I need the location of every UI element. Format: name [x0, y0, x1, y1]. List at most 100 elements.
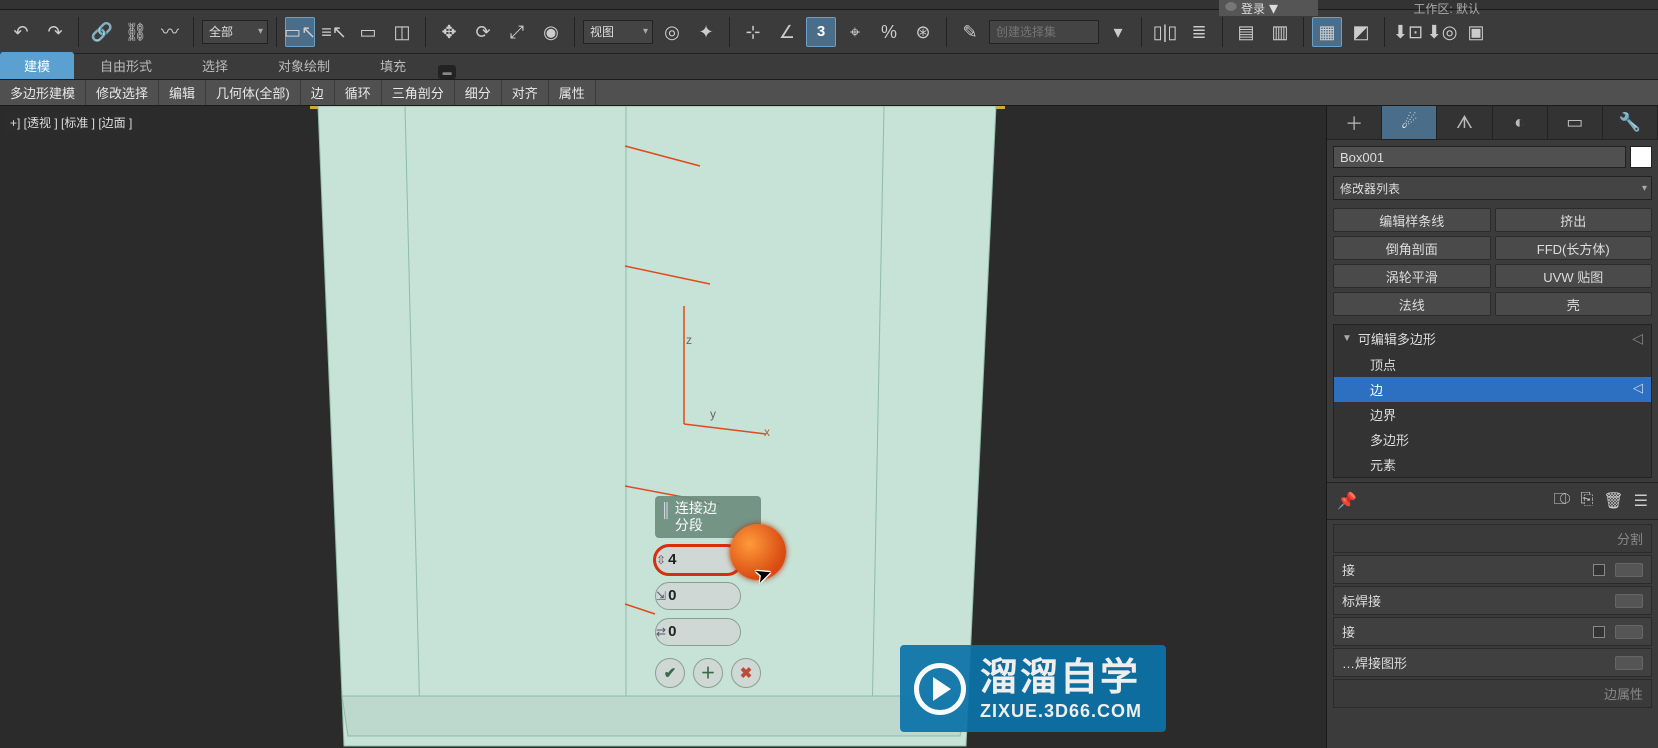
configure-sets-button[interactable]: ☰ — [1634, 491, 1648, 511]
qbtn-ffd-box[interactable]: FFD(长方体) — [1495, 236, 1653, 260]
tab-create[interactable]: ＋ — [1327, 106, 1382, 139]
select-object-button[interactable]: ▭↖ — [285, 17, 315, 47]
qbtn-bevel-profile[interactable]: 倒角剖面 — [1333, 236, 1491, 260]
rectangular-region-button[interactable]: ▭ — [353, 17, 383, 47]
select-rotate-button[interactable]: ⟳ — [468, 17, 498, 47]
pin-stack-button[interactable]: 📌 — [1337, 491, 1357, 511]
slide-input[interactable] — [666, 623, 741, 640]
tab-freeform[interactable]: 自由形式 — [76, 52, 176, 79]
panel-edit[interactable]: 编辑 — [159, 80, 206, 105]
angle-snap-button[interactable]: ∠ — [772, 17, 802, 47]
curve-editor-button[interactable]: ▥ — [1265, 17, 1295, 47]
panel-edges[interactable]: 边 — [301, 80, 335, 105]
create-shape-button[interactable] — [1615, 656, 1643, 670]
tab-selection[interactable]: 选择 — [178, 52, 252, 79]
pinch-spinner[interactable]: ⇲ — [655, 582, 741, 610]
unlink-button[interactable]: ⛓ — [121, 17, 151, 47]
subobj-polygon[interactable]: 多边形 — [1334, 427, 1651, 452]
select-by-name-button[interactable]: ≡↖ — [319, 17, 349, 47]
named-sel-edit-button[interactable]: ✎ — [955, 17, 985, 47]
manipulate-button[interactable]: ✦ — [691, 17, 721, 47]
make-unique-button[interactable]: ⎘ — [1581, 491, 1594, 511]
working-pivot-button[interactable]: ⊛ — [908, 17, 938, 47]
snap-toggle-button[interactable]: ⊹ — [738, 17, 768, 47]
select-move-button[interactable]: ✥ — [434, 17, 464, 47]
bind-spacewarp-button[interactable]: 〰 — [155, 17, 185, 47]
panel-align[interactable]: 对齐 — [502, 80, 549, 105]
layer-explorer-button[interactable]: ▤ — [1231, 17, 1261, 47]
material-editor-button[interactable]: ⬇⊡ — [1393, 17, 1423, 47]
weld-settings-button[interactable] — [1615, 563, 1643, 577]
named-sel-dropdown[interactable]: ▾ — [1103, 17, 1133, 47]
object-color-swatch[interactable] — [1630, 146, 1652, 168]
ribbon-minimize-toggle[interactable]: ▬ — [438, 65, 456, 79]
named-selection-input[interactable] — [989, 20, 1099, 44]
subobj-vertex[interactable]: 顶点 — [1334, 352, 1651, 377]
spinner-snap-button[interactable]: ⌖ — [840, 17, 870, 47]
percent-snap-button[interactable]: % — [874, 17, 904, 47]
bridge-checkbox[interactable] — [1593, 626, 1605, 638]
rollout-target-weld-row[interactable]: 标焊接 — [1333, 586, 1652, 615]
tab-modify[interactable]: ☄ — [1382, 106, 1437, 139]
select-scale-button[interactable]: ⤢ — [502, 17, 532, 47]
panel-loops[interactable]: 循环 — [335, 80, 382, 105]
redo-button[interactable]: ↷ — [40, 17, 70, 47]
caddy-ok-button[interactable]: ✔ — [655, 658, 685, 688]
tab-motion[interactable]: ◐ — [1493, 106, 1548, 139]
tab-utilities[interactable]: 🔧 — [1603, 106, 1658, 139]
schematic-view-button[interactable]: ◩ — [1346, 17, 1376, 47]
render-setup-button[interactable]: ⬇◎ — [1427, 17, 1457, 47]
object-name-input[interactable] — [1333, 146, 1626, 168]
panel-tris[interactable]: 三角剖分 — [382, 80, 455, 105]
separator — [1303, 17, 1304, 47]
stack-head-editable-poly[interactable]: 可编辑多边形 ◁ — [1334, 325, 1651, 352]
panel-geometry-all[interactable]: 几何体(全部) — [206, 80, 301, 105]
weld-checkbox[interactable] — [1593, 564, 1605, 576]
viewport-perspective[interactable]: +] [透视 ] [标准 ] [边面 ] — [0, 106, 1326, 748]
show-end-result-button[interactable]: ⎄ — [1554, 491, 1571, 511]
segments-spinner[interactable]: ⇳ — [655, 546, 741, 574]
mirror-button[interactable]: ▯|▯ — [1150, 17, 1180, 47]
bridge-settings-button[interactable] — [1615, 625, 1643, 639]
rollout-create-shape-row[interactable]: …焊接图形 — [1333, 648, 1652, 677]
tab-populate[interactable]: 填充 — [356, 52, 430, 79]
modifier-list-dropdown[interactable]: 修改器列表 — [1333, 176, 1652, 200]
tab-modeling[interactable]: 建模 — [0, 52, 74, 79]
render-frame-button[interactable]: ▣ — [1461, 17, 1491, 47]
panel-subdivision[interactable]: 细分 — [455, 80, 502, 105]
qbtn-extrude[interactable]: 挤出 — [1495, 208, 1653, 232]
selection-filter-dropdown[interactable]: 全部 — [202, 20, 268, 44]
align-button[interactable]: ≣ — [1184, 17, 1214, 47]
subobj-element[interactable]: 元素 — [1334, 452, 1651, 477]
select-place-button[interactable]: ◉ — [536, 17, 566, 47]
pivot-center-button[interactable]: ◎ — [657, 17, 687, 47]
qbtn-shell[interactable]: 壳 — [1495, 292, 1653, 316]
reference-coord-dropdown[interactable]: 视图 — [583, 20, 653, 44]
tab-hierarchy[interactable]: ᗑ — [1437, 106, 1492, 139]
tab-object-paint[interactable]: 对象绘制 — [254, 52, 354, 79]
slide-spinner[interactable]: ⇄ — [655, 618, 741, 646]
panel-properties[interactable]: 属性 — [549, 80, 596, 105]
rollout-bridge-row[interactable]: 接 — [1333, 617, 1652, 646]
undo-button[interactable]: ↶ — [6, 17, 36, 47]
panel-poly-modeling[interactable]: 多边形建模 — [0, 80, 86, 105]
remove-modifier-button[interactable]: 🗑 — [1603, 491, 1623, 511]
qbtn-turbosmooth[interactable]: 涡轮平滑 — [1333, 264, 1491, 288]
snap-3d-button[interactable]: 3 — [806, 17, 836, 47]
window-crossing-button[interactable]: ◫ — [387, 17, 417, 47]
qbtn-uvw-map[interactable]: UVW 贴图 — [1495, 264, 1653, 288]
link-button[interactable]: 🔗 — [87, 17, 117, 47]
subobj-edge[interactable]: 边 ◁ — [1334, 377, 1651, 402]
qbtn-normal[interactable]: 法线 — [1333, 292, 1491, 316]
rollout-weld-row[interactable]: 接 — [1333, 555, 1652, 584]
caddy-cancel-button[interactable]: ✖ — [731, 658, 761, 688]
login-dropdown[interactable]: 登录 ▾ — [1219, 0, 1318, 16]
tab-display[interactable]: ▭ — [1548, 106, 1603, 139]
subobj-border[interactable]: 边界 — [1334, 402, 1651, 427]
target-weld-button[interactable] — [1615, 594, 1643, 608]
pinch-input[interactable] — [666, 587, 741, 604]
toggle-ribbon-button[interactable]: ▦ — [1312, 17, 1342, 47]
panel-modify-selection[interactable]: 修改选择 — [86, 80, 159, 105]
qbtn-edit-spline[interactable]: 编辑样条线 — [1333, 208, 1491, 232]
caddy-apply-button[interactable]: ＋ — [693, 658, 723, 688]
